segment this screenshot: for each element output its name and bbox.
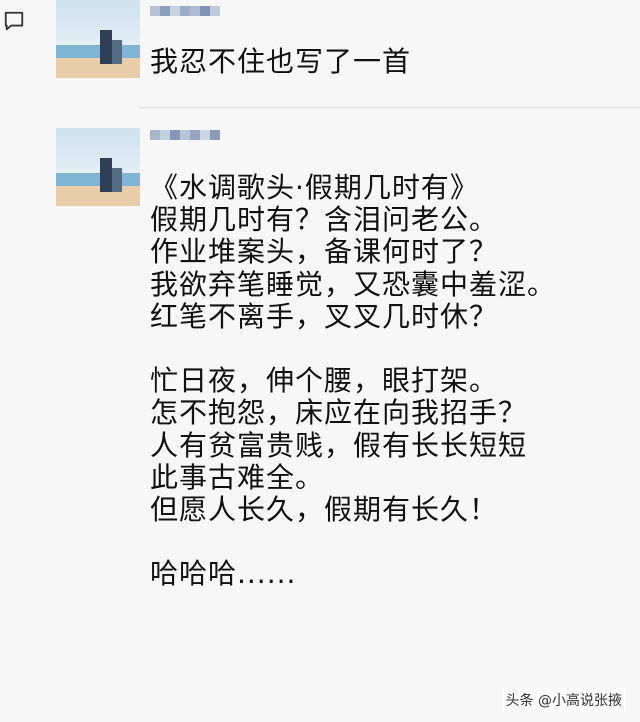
poem-line: 怎不抱怨，床应在向我招手？ bbox=[150, 396, 528, 430]
username-blurred bbox=[150, 6, 220, 30]
avatar[interactable] bbox=[56, 0, 140, 78]
poem-line: 但愿人长久，假期有长久！ bbox=[150, 493, 499, 527]
username-blurred bbox=[150, 130, 220, 154]
poem-line: 我欲弃笔睡觉，又恐囊中羞涩。 bbox=[150, 267, 557, 301]
poem-line: 《水调歌头·假期几时有》 bbox=[150, 171, 479, 204]
poem-line: 红笔不离手，叉叉几时休？ bbox=[150, 299, 499, 333]
chat-message-1: 我忍不住也写了一首 bbox=[0, 0, 640, 108]
poem-line: 忙日夜，伸个腰，眼打架。 bbox=[150, 364, 499, 398]
chat-message-2: 《水调歌头·假期几时有》 假期几时有？含泪问老公。 作业堆案头，备课何时了？ 我… bbox=[0, 108, 640, 722]
avatar[interactable] bbox=[56, 128, 140, 206]
poem-line: 人有贫富贵贱，假有长长短短 bbox=[150, 428, 528, 462]
poem-text: 《水调歌头·假期几时有》 假期几时有？含泪问老公。 作业堆案头，备课何时了？ 我… bbox=[150, 171, 557, 591]
message-text: 我忍不住也写了一首 bbox=[150, 45, 412, 78]
watermark: 头条 @小高说张掖 bbox=[501, 688, 626, 712]
poem-line: 作业堆案头，备课何时了？ bbox=[150, 235, 499, 269]
poem-line: 哈哈哈...... bbox=[150, 557, 297, 591]
poem-line: 假期几时有？含泪问老公。 bbox=[150, 203, 499, 237]
poem-line: 此事古难全。 bbox=[150, 460, 325, 494]
